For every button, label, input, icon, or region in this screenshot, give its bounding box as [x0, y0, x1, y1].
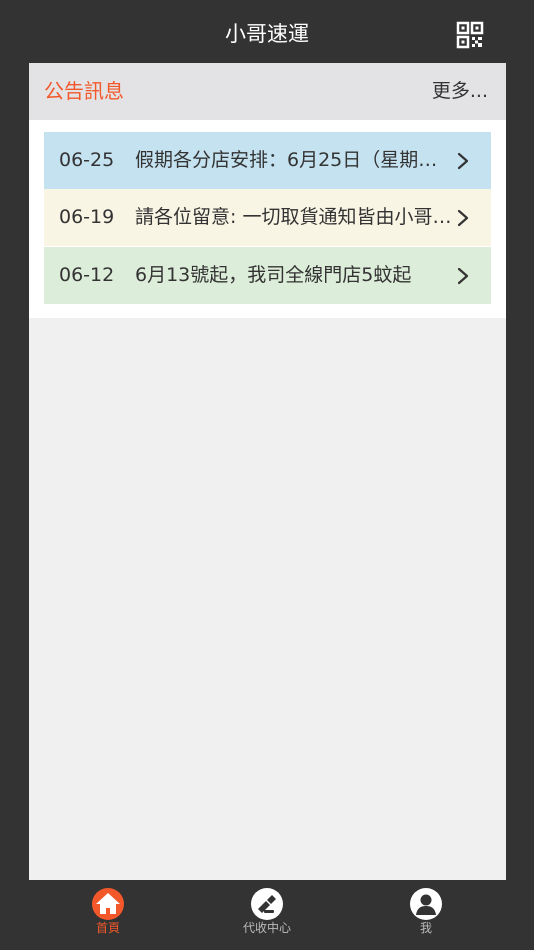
tab-me-label: 我	[419, 921, 432, 935]
tab-home-label: 首頁	[95, 921, 120, 935]
announcement-text: 請各位留意: 一切取貨通知皆由小哥速運發出	[135, 206, 455, 228]
main-content: 公告訊息 更多... 06-25 假期各分店安排：6月25日（星期二）端午節 0…	[29, 63, 506, 880]
tab-home[interactable]: 首頁	[48, 880, 168, 950]
nav-bar: 小哥速運	[0, 0, 534, 64]
announcement-date: 06-19	[59, 206, 115, 228]
announcement-item[interactable]: 06-25 假期各分店安排：6月25日（星期二）端午節	[44, 132, 491, 189]
announcement-list: 06-25 假期各分店安排：6月25日（星期二）端午節 06-19 請各位留意:…	[29, 120, 506, 318]
chevron-right-icon	[457, 152, 469, 170]
more-link[interactable]: 更多...	[432, 77, 488, 105]
home-icon	[92, 888, 124, 920]
announcement-header: 公告訊息 更多...	[29, 63, 506, 120]
user-icon	[410, 888, 442, 920]
tab-me[interactable]: 我	[366, 880, 486, 950]
announcement-item[interactable]: 06-12 6月13號起，我司全線門店5蚊起	[44, 247, 491, 304]
chevron-right-icon	[457, 209, 469, 227]
announcement-date: 06-25	[59, 149, 115, 171]
announcement-title: 公告訊息	[44, 79, 124, 103]
announcement-item[interactable]: 06-19 請各位留意: 一切取貨通知皆由小哥速運發出	[44, 189, 491, 246]
tab-bar: 首頁 代收中心 我	[0, 880, 534, 950]
collection-icon	[251, 888, 283, 920]
announcement-text: 假期各分店安排：6月25日（星期二）端午節	[135, 149, 455, 171]
tab-collection-center[interactable]: 代收中心	[207, 880, 327, 950]
qr-code-button[interactable]	[456, 21, 484, 49]
announcement-date: 06-12	[59, 264, 115, 286]
chevron-right-icon	[457, 267, 469, 285]
qr-code-icon	[456, 21, 484, 49]
announcement-text: 6月13號起，我司全線門店5蚊起	[135, 264, 412, 286]
page-title: 小哥速運	[225, 22, 309, 46]
tab-collection-label: 代收中心	[242, 921, 291, 935]
